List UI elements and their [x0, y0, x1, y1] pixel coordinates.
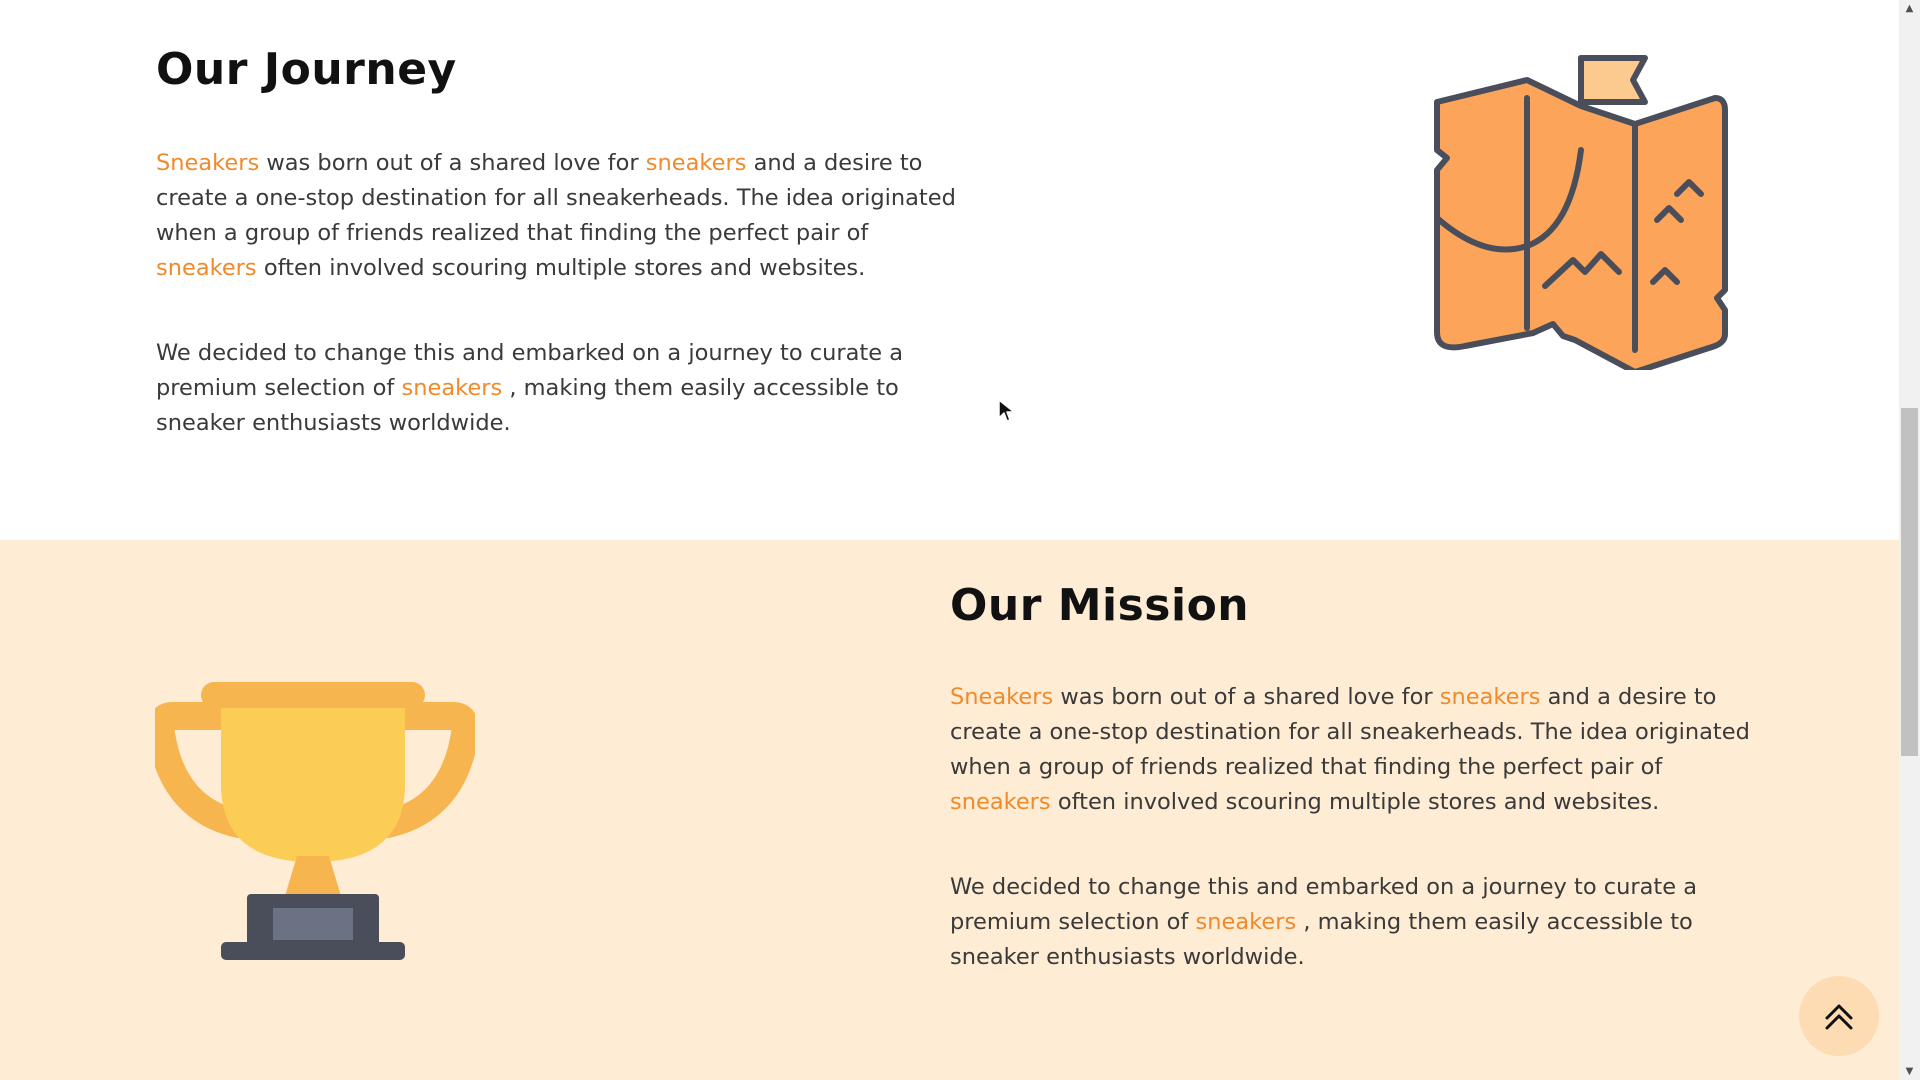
highlight-text: sneakers — [645, 150, 747, 176]
double-chevron-up-icon — [1825, 1004, 1853, 1030]
mission-section: Our Mission Sneakers was born out of a s… — [0, 540, 1899, 1080]
viewport: Our Journey Sneakers was born out of a s… — [0, 0, 1899, 1080]
journey-paragraph-2: We decided to change this and embarked o… — [156, 336, 956, 441]
highlight-text: sneakers — [950, 789, 1051, 815]
highlight-text: sneakers — [1439, 684, 1541, 710]
highlight-text: sneakers — [156, 255, 257, 281]
journey-title: Our Journey — [156, 44, 457, 95]
journey-paragraph-1: Sneakers was born out of a shared love f… — [156, 146, 956, 286]
mouse-cursor-icon — [997, 398, 1017, 424]
highlight-text: sneakers — [401, 375, 503, 401]
back-to-top-button[interactable] — [1799, 976, 1879, 1056]
highlight-text: Sneakers — [950, 684, 1054, 710]
page: Our Journey Sneakers was born out of a s… — [0, 0, 1920, 1080]
scroll-up-arrow-icon[interactable]: ▲ — [1899, 0, 1920, 17]
body-text: often involved scouring multiple stores … — [256, 255, 866, 281]
body-text: was born out of a shared love for — [1053, 684, 1440, 710]
highlight-text: sneakers — [1195, 909, 1297, 935]
body-text: often involved scouring multiple stores … — [1050, 789, 1660, 815]
scroll-down-arrow-icon[interactable]: ▼ — [1899, 1063, 1920, 1080]
mission-paragraph-1: Sneakers was born out of a shared love f… — [950, 680, 1750, 820]
mission-title: Our Mission — [950, 580, 1250, 631]
scroll-thumb[interactable] — [1901, 408, 1918, 756]
map-icon — [1425, 50, 1745, 375]
trophy-icon — [146, 660, 480, 960]
mission-paragraph-2: We decided to change this and embarked o… — [950, 870, 1750, 975]
journey-section: Our Journey Sneakers was born out of a s… — [0, 0, 1899, 540]
highlight-text: Sneakers — [156, 150, 260, 176]
body-text: was born out of a shared love for — [259, 150, 646, 176]
vertical-scrollbar[interactable]: ▲ ▼ — [1899, 0, 1920, 1080]
